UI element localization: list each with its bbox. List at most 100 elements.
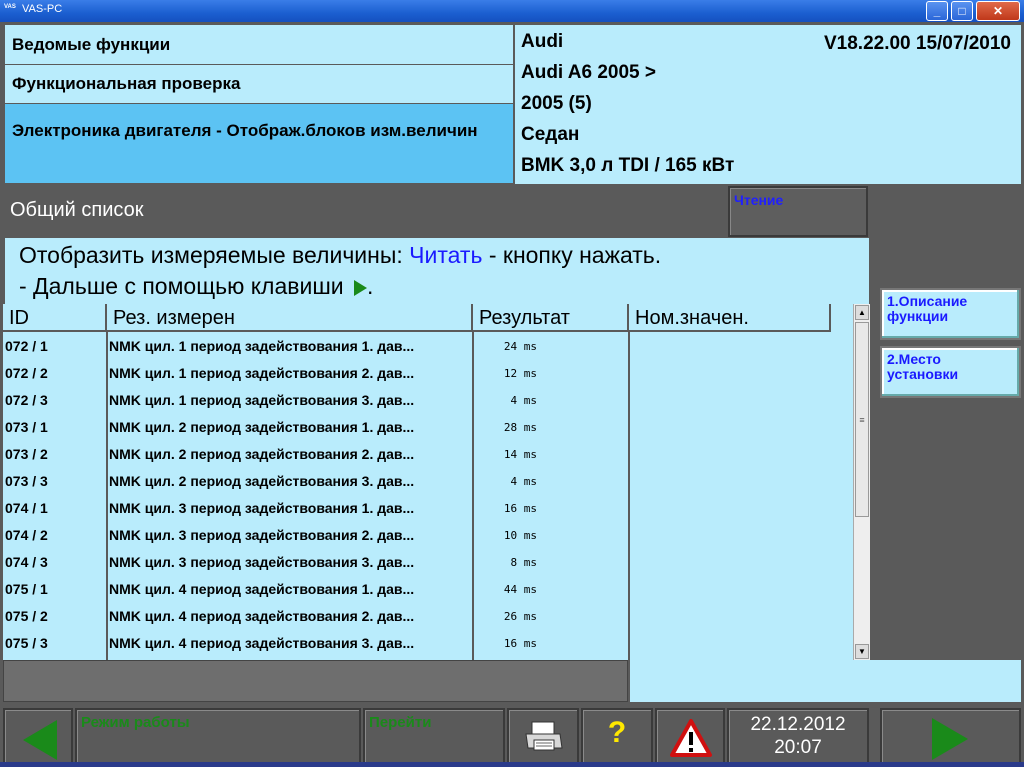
instruction-text: - Дальше с помощью клавиши — [19, 273, 351, 299]
table-row[interactable]: 073 / 1 NMK цил. 2 период задействования … — [3, 414, 853, 441]
minimize-icon[interactable]: _ — [926, 1, 948, 21]
back-button[interactable] — [3, 708, 73, 766]
cell-id: 074 / 3 — [5, 554, 48, 570]
column-header-result[interactable]: Результат — [473, 304, 629, 332]
title-bar — [0, 0, 1024, 22]
cell-id: 075 / 3 — [5, 635, 48, 651]
help-button[interactable]: ? — [581, 708, 653, 766]
read-button-label: Чтение — [734, 192, 784, 208]
list-title: Общий список — [10, 199, 144, 221]
function-description-button[interactable]: 1.Описание функции — [880, 288, 1021, 340]
cell-result: 14 ms — [503, 448, 537, 461]
back-arrow-icon — [23, 720, 57, 760]
forward-arrow-icon — [932, 718, 968, 760]
table-row[interactable]: 074 / 2 NMK цил. 3 период задействования … — [3, 522, 853, 549]
help-icon: ? — [607, 716, 627, 749]
table-row[interactable]: 075 / 2 NMK цил. 4 период задействования … — [3, 603, 853, 630]
instruction-line-1: Отобразить измеряемые величины: Читать -… — [19, 242, 661, 269]
read-button[interactable]: Чтение — [728, 186, 868, 237]
instruction-text: . — [367, 273, 374, 299]
measurements-table: ID Рез. измерен Результат Ном.значен. 07… — [3, 304, 870, 660]
cell-nominal — [633, 360, 829, 387]
cell-result: 16 ms — [503, 637, 537, 650]
cell-measurement: NMK цил. 1 период задействования 1. дав.… — [109, 338, 415, 354]
vertical-scrollbar[interactable]: ▲ ≡ ▼ — [853, 304, 870, 660]
scroll-thumb[interactable]: ≡ — [855, 322, 869, 517]
status-bar-left — [3, 660, 628, 702]
cell-nominal — [633, 468, 829, 495]
instructions-panel: Отобразить измеряемые величины: Читать -… — [5, 238, 869, 304]
vehicle-model: Audi A6 2005 > — [521, 62, 656, 83]
warning-icon — [670, 719, 712, 757]
operating-mode-label: Режим работы — [81, 714, 190, 731]
cell-result: 4 ms — [510, 394, 538, 407]
cell-result: 28 ms — [503, 421, 537, 434]
goto-label: Перейти — [369, 714, 432, 731]
scroll-up-icon[interactable]: ▲ — [855, 305, 869, 320]
table-row[interactable]: 074 / 3 NMK цил. 3 период задействования … — [3, 549, 853, 576]
cell-measurement: NMK цил. 3 период задействования 3. дав.… — [109, 554, 415, 570]
breadcrumb-label: Электроника двигателя - Отображ.блоков и… — [12, 121, 478, 140]
forward-button[interactable] — [880, 708, 1021, 766]
breadcrumb-label: Функциональная проверка — [12, 74, 241, 93]
cell-nominal — [633, 630, 829, 657]
table-row[interactable]: 073 / 2 NMK цил. 2 период задействования … — [3, 441, 853, 468]
breadcrumb-engine-electronics[interactable]: Электроника двигателя - Отображ.блоков и… — [5, 104, 513, 184]
table-row[interactable]: 072 / 2 NMK цил. 1 период задействования … — [3, 360, 853, 387]
close-icon[interactable]: ✕ — [976, 1, 1020, 21]
cell-nominal — [633, 522, 829, 549]
cell-measurement: NMK цил. 1 период задействования 2. дав.… — [109, 365, 415, 381]
column-header-measurement[interactable]: Рез. измерен — [107, 304, 473, 332]
cell-result: 24 ms — [503, 340, 537, 353]
column-header-id[interactable]: ID — [3, 304, 107, 332]
software-version: V18.22.00 15/07/2010 — [823, 33, 1011, 54]
instruction-text: Отобразить измеряемые величины: — [19, 242, 410, 268]
table-row[interactable]: 072 / 3 NMK цил. 1 период задействования … — [3, 387, 853, 414]
cell-measurement: NMK цил. 2 период задействования 3. дав.… — [109, 473, 415, 489]
table-row[interactable]: 074 / 1 NMK цил. 3 период задействования … — [3, 495, 853, 522]
installation-location-button[interactable]: 2.Место установки — [880, 346, 1021, 398]
breadcrumb-function-test[interactable]: Функциональная проверка — [5, 65, 513, 104]
table-row[interactable]: 073 / 3 NMK цил. 2 период задействования … — [3, 468, 853, 495]
goto-button[interactable]: Перейти — [363, 708, 505, 766]
warning-button[interactable] — [655, 708, 725, 766]
cell-measurement: NMK цил. 2 период задействования 1. дав.… — [109, 419, 415, 435]
status-bar-right — [630, 660, 1021, 702]
scroll-down-icon[interactable]: ▼ — [855, 644, 869, 659]
cell-nominal — [633, 576, 829, 603]
read-link[interactable]: Читать — [409, 242, 482, 268]
maximize-icon[interactable]: □ — [951, 1, 973, 21]
window-title: VAS-PC — [22, 3, 63, 15]
cell-id: 074 / 2 — [5, 527, 48, 543]
cell-result: 12 ms — [503, 367, 537, 380]
installation-location-label: 2.Место установки — [887, 351, 959, 382]
cell-id: 072 / 3 — [5, 392, 48, 408]
print-button[interactable] — [507, 708, 579, 766]
breadcrumb-guided-functions[interactable]: Ведомые функции — [5, 25, 513, 65]
cell-result: 44 ms — [503, 583, 537, 596]
cell-measurement: NMK цил. 2 период задействования 2. дав.… — [109, 446, 415, 462]
cell-id: 074 / 1 — [5, 500, 48, 516]
cell-id: 072 / 2 — [5, 365, 48, 381]
cell-id: 073 / 3 — [5, 473, 48, 489]
breadcrumb-label: Ведомые функции — [12, 34, 171, 54]
taskbar-strip — [0, 762, 1024, 767]
datetime-display: 22.12.2012 20:07 — [727, 708, 869, 766]
cell-id: 073 / 1 — [5, 419, 48, 435]
cell-nominal — [633, 441, 829, 468]
column-header-nominal[interactable]: Ном.значен. — [629, 304, 831, 332]
cell-result: 10 ms — [503, 529, 537, 542]
time-text: 20:07 — [774, 737, 822, 758]
table-row[interactable]: 072 / 1 NMK цил. 1 период задействования … — [3, 333, 853, 360]
cell-nominal — [633, 549, 829, 576]
cell-nominal — [633, 603, 829, 630]
operating-mode-button[interactable]: Режим работы — [75, 708, 361, 766]
table-row[interactable]: 075 / 1 NMK цил. 4 период задействования … — [3, 576, 853, 603]
cell-result: 16 ms — [503, 502, 537, 515]
cell-measurement: NMK цил. 1 период задействования 3. дав.… — [109, 392, 415, 408]
function-description-label: 1.Описание функции — [887, 293, 968, 324]
date-text: 22.12.2012 — [750, 714, 846, 735]
instruction-text: - кнопку нажать. — [482, 242, 662, 268]
cell-measurement: NMK цил. 4 период задействования 1. дав.… — [109, 581, 415, 597]
table-row[interactable]: 075 / 3 NMK цил. 4 период задействования … — [3, 630, 853, 657]
